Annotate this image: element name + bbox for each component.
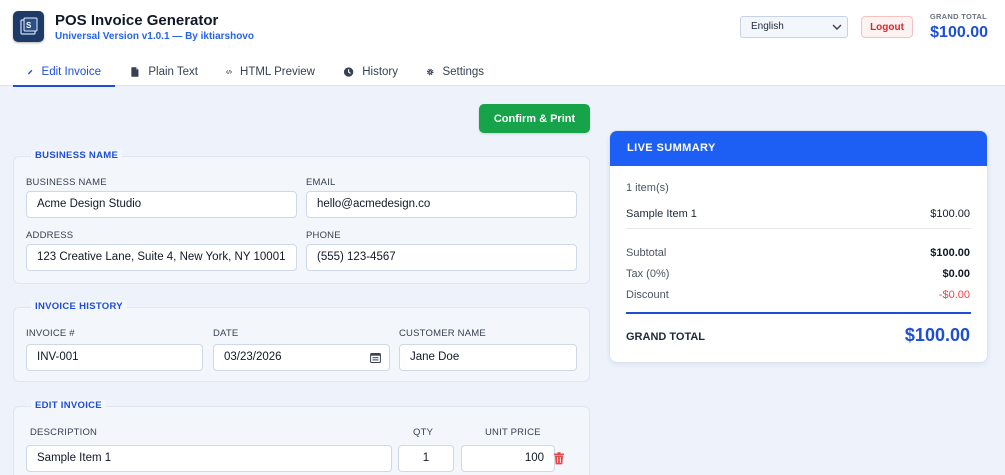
unit-price-column-label: UNIT PRICE: [485, 427, 541, 438]
summary-grand-total-value: $100.00: [904, 325, 970, 345]
summary-total-divider: [626, 312, 971, 314]
tab-history[interactable]: History: [329, 58, 412, 86]
tab-settings-label: Settings: [442, 66, 484, 78]
item-description-input[interactable]: Sample Item 1: [26, 445, 392, 472]
subtotal-label: Subtotal: [626, 247, 667, 259]
tab-bar: Edit Invoice Plain Text HTML Preview His…: [13, 58, 498, 87]
app-header: S POS Invoice Generator Universal Versio…: [0, 0, 1005, 87]
header-grand-total-value: $100.00: [930, 24, 988, 41]
tab-html-preview-label: HTML Preview: [240, 66, 315, 78]
business-name-input[interactable]: Acme Design Studio: [26, 191, 297, 218]
item-unit-price-input[interactable]: 100: [461, 445, 555, 472]
stacked-logo-icon: S: [19, 17, 37, 35]
tab-settings[interactable]: Settings: [412, 58, 498, 86]
document-icon: [131, 67, 139, 77]
email-input[interactable]: hello@acmedesign.co: [306, 191, 577, 218]
tab-history-label: History: [362, 66, 398, 78]
address-input[interactable]: 123 Creative Lane, Suite 4, New York, NY…: [26, 244, 297, 271]
phone-input[interactable]: (555) 123-4567: [306, 244, 577, 271]
description-column-label: DESCRIPTION: [30, 427, 98, 438]
discount-label: Discount: [626, 289, 669, 301]
tax-value: $0.00: [942, 268, 970, 280]
date-input[interactable]: 03/23/2026: [213, 344, 390, 371]
live-summary-card: LIVE SUMMARY 1 item(s) Sample Item 1 $10…: [609, 130, 988, 363]
tab-edit-invoice[interactable]: Edit Invoice: [13, 58, 115, 87]
app-logo: S: [13, 11, 44, 42]
trash-icon[interactable]: [553, 452, 565, 465]
item-qty-input[interactable]: 1: [398, 445, 454, 472]
business-name-label: BUSINESS NAME: [26, 177, 107, 188]
language-value: English: [751, 21, 784, 32]
logout-button[interactable]: Logout: [861, 16, 913, 38]
clock-icon: [343, 67, 354, 77]
live-summary-title: LIVE SUMMARY: [610, 131, 987, 166]
date-value: 03/23/2026: [224, 351, 282, 363]
app-subtitle: Universal Version v1.0.1 — By iktiarshov…: [55, 31, 254, 42]
calendar-icon[interactable]: [370, 352, 381, 363]
business-section: BUSINESS NAME BUSINESS NAME Acme Design …: [13, 150, 590, 284]
tab-edit-invoice-label: Edit Invoice: [41, 66, 101, 78]
tab-plain-text[interactable]: Plain Text: [115, 58, 212, 86]
qty-column-label: QTY: [413, 427, 434, 438]
language-select[interactable]: English: [740, 16, 848, 38]
items-section-title: EDIT INVOICE: [31, 400, 106, 411]
tab-plain-text-label: Plain Text: [148, 66, 198, 78]
summary-line-amount: $100.00: [930, 208, 970, 220]
confirm-print-button[interactable]: Confirm & Print: [479, 104, 590, 133]
tab-html-preview[interactable]: HTML Preview: [212, 58, 329, 86]
invoice-number-label: INVOICE #: [26, 328, 75, 339]
invoice-section-title: INVOICE HISTORY: [31, 301, 127, 312]
invoice-number-input[interactable]: INV-001: [26, 344, 203, 371]
gear-icon: [426, 68, 434, 76]
summary-item-count: 1 item(s): [626, 182, 669, 194]
date-label: DATE: [213, 328, 239, 339]
phone-label: PHONE: [306, 230, 341, 241]
app-title: POS Invoice Generator: [55, 12, 219, 29]
invoice-section: INVOICE HISTORY INVOICE # INV-001 DATE 0…: [13, 301, 590, 382]
pencil-icon: [27, 69, 33, 75]
customer-name-label: CUSTOMER NAME: [399, 328, 486, 339]
customer-name-input[interactable]: Jane Doe: [399, 344, 577, 371]
address-label: ADDRESS: [26, 230, 74, 241]
discount-value: -$0.00: [938, 289, 970, 301]
subtotal-value: $100.00: [930, 247, 970, 259]
email-label: EMAIL: [306, 177, 336, 188]
code-icon: [226, 69, 232, 75]
chevron-down-icon: [832, 24, 842, 30]
summary-grand-total-label: GRAND TOTAL: [626, 331, 706, 343]
business-section-title: BUSINESS NAME: [31, 150, 123, 161]
svg-text:S: S: [26, 21, 32, 30]
tax-label: Tax (0%): [626, 268, 670, 280]
summary-divider: [626, 228, 971, 229]
items-section: EDIT INVOICE DESCRIPTION QTY UNIT PRICE …: [13, 400, 590, 475]
header-grand-total-label: GRAND TOTAL: [929, 12, 987, 21]
summary-line-name: Sample Item 1: [626, 208, 697, 220]
